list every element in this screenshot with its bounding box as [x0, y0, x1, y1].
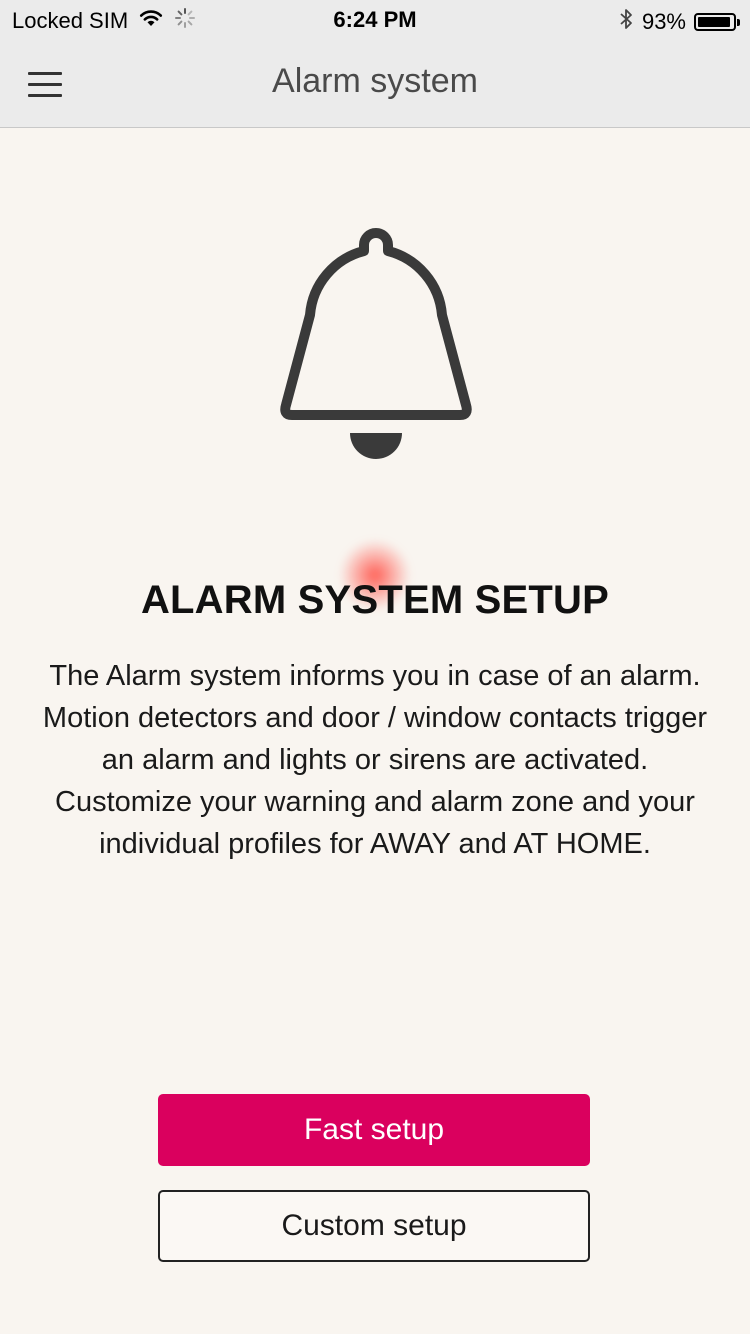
bluetooth-icon: [618, 7, 634, 37]
navigation-bar: Alarm system: [0, 40, 750, 128]
description-line: an alarm and lights or sirens are activa…: [101, 744, 649, 776]
fast-setup-button[interactable]: Fast setup: [158, 1094, 590, 1166]
bell-icon: [280, 228, 472, 459]
battery-tip: [737, 19, 740, 26]
status-right: 93%: [618, 7, 740, 37]
custom-setup-button[interactable]: Custom setup: [158, 1190, 590, 1262]
setup-heading: ALARM SYSTEM SETUP: [140, 578, 610, 622]
description-line: Customize your warning and alarm zone an…: [55, 786, 695, 818]
description-line: individual profiles for AWAY and AT HOME…: [99, 828, 651, 860]
page-title: Alarm system: [272, 62, 478, 100]
description-line: Motion detectors and door / window conta…: [42, 702, 708, 734]
status-bar: Locked SIM 6:24 PM 93%: [0, 0, 750, 40]
description-line: The Alarm system informs you in case of …: [49, 660, 701, 692]
battery-fill: [698, 17, 730, 27]
battery-icon: [694, 13, 740, 31]
setup-description: The Alarm system informs you in case of …: [30, 655, 720, 865]
battery-percent: 93%: [641, 9, 686, 34]
alarm-system-screen: Locked SIM 6:24 PM 93% Alarm system ALAR…: [0, 0, 750, 1334]
